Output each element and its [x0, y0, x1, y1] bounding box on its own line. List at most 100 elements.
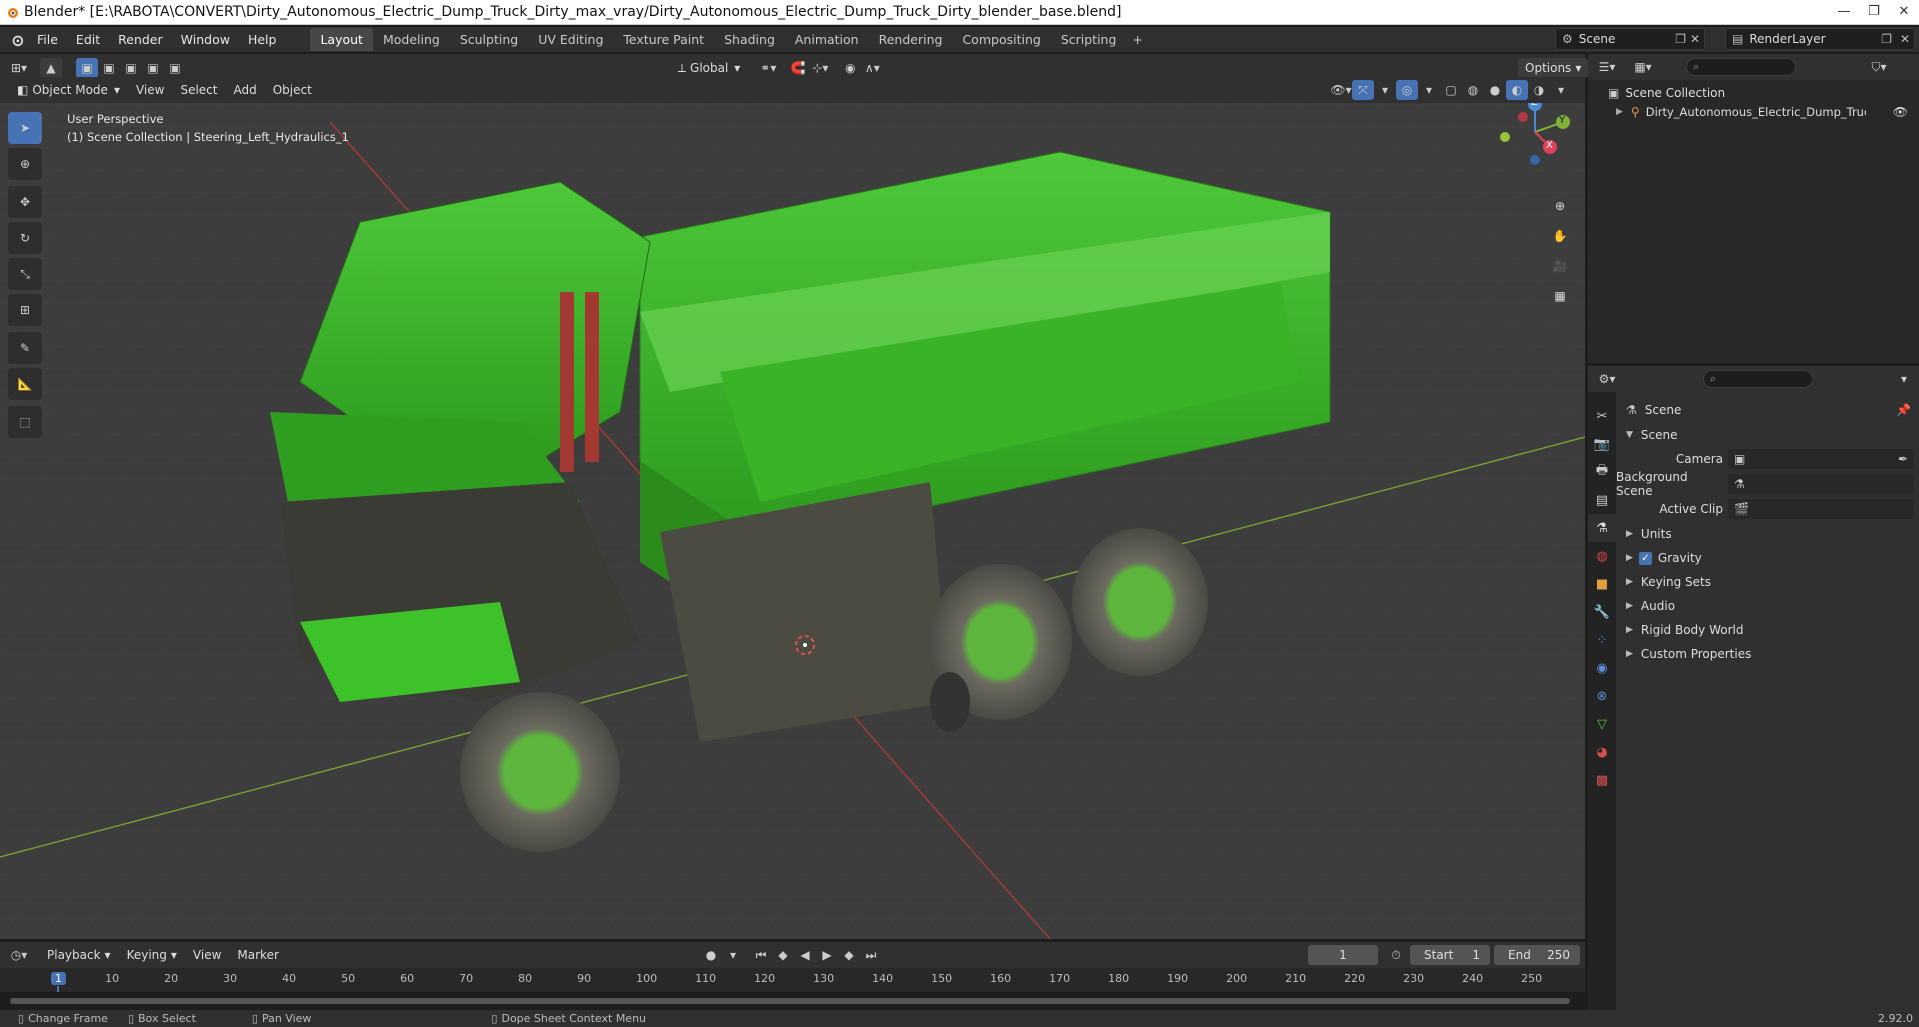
rendered-shading-icon[interactable]: ◑: [1528, 80, 1550, 100]
object-tab[interactable]: ■: [1588, 570, 1616, 598]
select-mode-invert-icon[interactable]: ▣: [164, 58, 186, 78]
units-panel-header[interactable]: ▶ Units: [1616, 522, 1919, 546]
particles-tab[interactable]: ⁘: [1588, 626, 1616, 654]
zoom-view-button[interactable]: ⊕: [1546, 192, 1574, 220]
menu-file[interactable]: File: [28, 32, 67, 47]
tab-animation[interactable]: Animation: [785, 28, 869, 51]
gravity-checkbox[interactable]: ✓: [1638, 551, 1652, 565]
pan-view-button[interactable]: ✋: [1546, 222, 1574, 250]
transform-tool[interactable]: ⊞: [8, 294, 42, 326]
snap-target-icon[interactable]: ⊹▾: [809, 58, 831, 78]
display-mode-icon[interactable]: ▦▾: [1632, 57, 1654, 77]
constraints-tab[interactable]: ⊗: [1588, 682, 1616, 710]
copy-scene-icon[interactable]: ❐: [1675, 32, 1686, 46]
keying-sets-panel-header[interactable]: ▶ Keying Sets: [1616, 570, 1919, 594]
view-gizmo[interactable]: Z Y X: [1495, 92, 1575, 172]
filter-icon[interactable]: ⛉▾: [1868, 57, 1890, 77]
camera-field[interactable]: ▣ ✒: [1728, 449, 1914, 469]
gizmo-toggle-icon[interactable]: ⤧: [1352, 80, 1374, 100]
menu-render[interactable]: Render: [109, 32, 172, 47]
data-tab[interactable]: ▽: [1588, 710, 1616, 738]
ortho-toggle-button[interactable]: ▦: [1546, 282, 1574, 310]
shading-dropdown-icon[interactable]: ▾: [1550, 80, 1572, 100]
background-scene-field[interactable]: ⚗: [1728, 474, 1914, 494]
tab-sculpting[interactable]: Sculpting: [450, 28, 528, 51]
record-icon[interactable]: ●: [700, 945, 722, 965]
timeline-view-menu[interactable]: View: [185, 945, 229, 965]
world-tab[interactable]: ◍: [1588, 542, 1616, 570]
timeline-editor-icon[interactable]: ◷▾: [8, 945, 30, 965]
custom-properties-panel-header[interactable]: ▶ Custom Properties: [1616, 642, 1919, 666]
tab-shading[interactable]: Shading: [714, 28, 785, 51]
select-box-tool[interactable]: ➤: [8, 112, 42, 144]
active-clip-field[interactable]: 🎬: [1728, 499, 1914, 519]
scene-selector[interactable]: ⚙ Scene ❐ ✕: [1555, 28, 1705, 50]
close-icon[interactable]: ✕: [1889, 0, 1919, 22]
end-frame-field[interactable]: End 250: [1494, 945, 1580, 965]
outliner-row-scene-collection[interactable]: ▣ Scene Collection: [1608, 86, 1725, 100]
move-tool[interactable]: ✥: [8, 186, 42, 218]
tab-texture-paint[interactable]: Texture Paint: [613, 28, 714, 51]
tab-rendering[interactable]: Rendering: [869, 28, 953, 51]
marker-menu[interactable]: Marker: [230, 945, 286, 965]
select-mode-new-icon[interactable]: ▣: [76, 58, 98, 78]
remove-scene-icon[interactable]: ✕: [1690, 32, 1700, 46]
minimize-icon[interactable]: —: [1829, 0, 1859, 22]
falloff-icon[interactable]: ∧▾: [861, 58, 883, 78]
timeline-ruler[interactable]: 1 10 20 30 40 50 60 70 80 90 100 110 120 130 140 150 160…: [0, 968, 1585, 996]
render-layer-selector[interactable]: ▤ RenderLayer ❐ ✕: [1725, 28, 1915, 50]
maximize-icon[interactable]: ❐: [1859, 0, 1889, 22]
menu-select[interactable]: Select: [173, 80, 225, 100]
scale-tool[interactable]: ⤡: [8, 258, 42, 290]
render-tab[interactable]: 📷: [1588, 430, 1616, 458]
menu-edit[interactable]: Edit: [67, 32, 109, 47]
add-workspace-icon[interactable]: +: [1126, 28, 1148, 51]
camera-view-button[interactable]: 🎥: [1546, 252, 1574, 280]
tab-compositing[interactable]: Compositing: [952, 28, 1050, 51]
gravity-panel-header[interactable]: ▶ ✓ Gravity: [1616, 546, 1919, 570]
material-tab[interactable]: ◕: [1588, 738, 1616, 766]
material-shading-icon[interactable]: ◐: [1506, 80, 1528, 100]
properties-search-input[interactable]: ⌕: [1703, 370, 1813, 388]
annotate-tool[interactable]: ✎: [8, 332, 42, 364]
pivot-icon[interactable]: ⚭▾: [757, 58, 779, 78]
select-mode-extend-icon[interactable]: ▣: [98, 58, 120, 78]
menu-object[interactable]: Object: [265, 80, 319, 100]
audio-panel-header[interactable]: ▶ Audio: [1616, 594, 1919, 618]
xray-icon[interactable]: ▢: [1440, 80, 1462, 100]
transform-orientation-dropdown[interactable]: ⟂ Global ▾: [671, 58, 748, 78]
tool-tab[interactable]: ✂: [1588, 402, 1616, 430]
modifier-tab[interactable]: 🔧: [1588, 598, 1616, 626]
outliner-editor-icon[interactable]: ☰▾: [1596, 57, 1618, 77]
blender-menu-icon[interactable]: [6, 30, 28, 50]
eyedropper-icon[interactable]: ✒: [1898, 452, 1908, 466]
texture-tab[interactable]: ▩: [1588, 766, 1616, 794]
3d-viewport[interactable]: User Perspective (1) Scene Collection | …: [0, 82, 1585, 939]
next-keyframe-icon[interactable]: ◆: [838, 945, 860, 965]
keying-menu[interactable]: Keying ▾: [119, 945, 184, 965]
record-dropdown-icon[interactable]: ▾: [722, 945, 744, 965]
timeline-scrollbar[interactable]: [0, 992, 1585, 1010]
scene-tab[interactable]: ⚗: [1588, 514, 1616, 542]
tab-layout[interactable]: Layout: [310, 28, 373, 51]
timeline-scroll-thumb[interactable]: [10, 998, 1570, 1004]
menu-window[interactable]: Window: [172, 32, 239, 47]
properties-options-icon[interactable]: ▾: [1893, 369, 1915, 389]
solid-shading-icon[interactable]: ●: [1484, 80, 1506, 100]
view-layer-tab[interactable]: ▤: [1588, 486, 1616, 514]
output-tab[interactable]: 🖶: [1588, 458, 1616, 486]
rigid-body-panel-header[interactable]: ▶ Rigid Body World: [1616, 618, 1919, 642]
wireframe-shading-icon[interactable]: ◍: [1462, 80, 1484, 100]
snap-icon[interactable]: 🧲: [787, 58, 809, 78]
scene-panel-header[interactable]: ▼ Scene: [1616, 423, 1919, 447]
select-tool-icon[interactable]: ▲: [40, 58, 62, 78]
current-frame-field[interactable]: 1: [1308, 945, 1378, 965]
add-cube-tool[interactable]: ⬚: [8, 406, 42, 438]
menu-help[interactable]: Help: [239, 32, 286, 47]
copy-layer-icon[interactable]: ❐: [1881, 32, 1892, 46]
proportional-edit-icon[interactable]: ◉: [839, 58, 861, 78]
select-mode-intersect-icon[interactable]: ▣: [142, 58, 164, 78]
physics-tab[interactable]: ◉: [1588, 654, 1616, 682]
rotate-tool[interactable]: ↻: [8, 222, 42, 254]
measure-tool[interactable]: 📐: [8, 368, 42, 400]
